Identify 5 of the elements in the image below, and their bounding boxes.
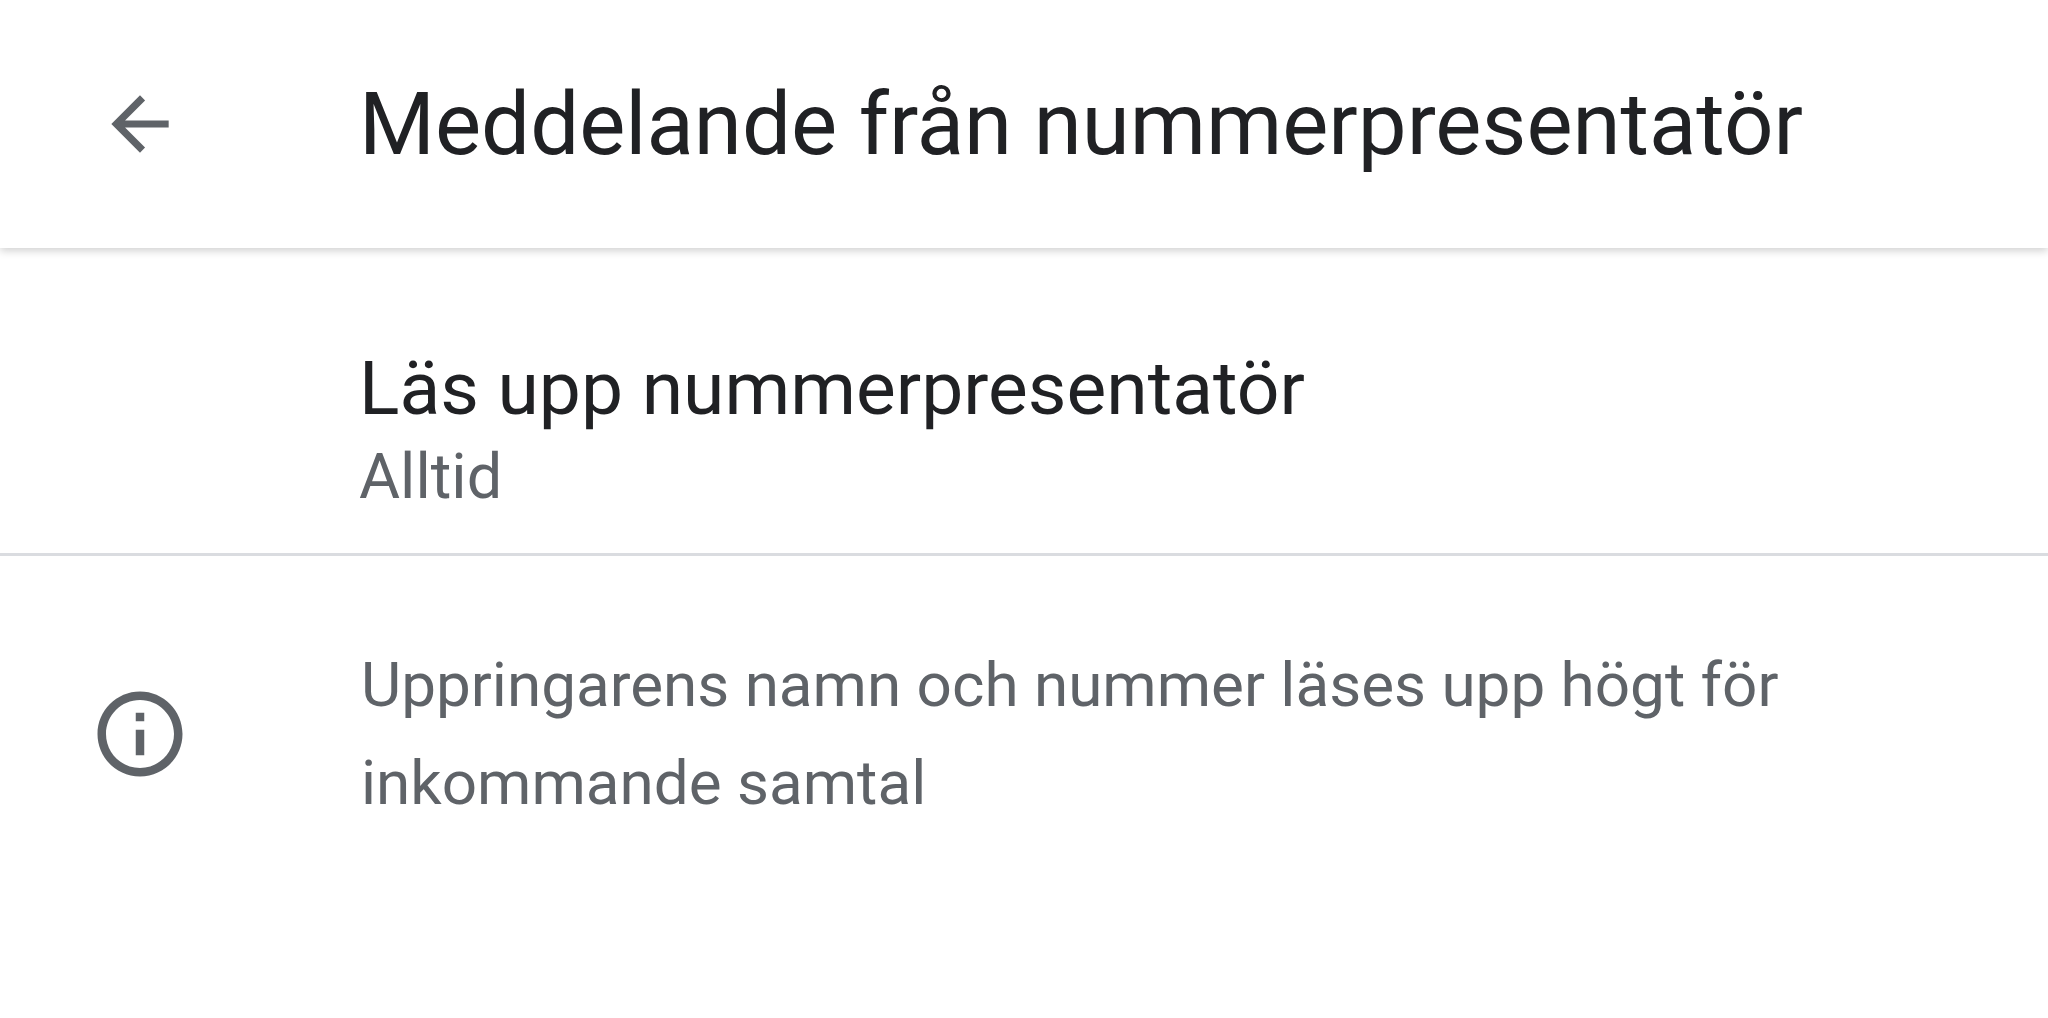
setting-row[interactable]: Läs upp nummerpresentatör Alltid [0, 248, 2048, 556]
info-text: Uppringarens namn och nummer läses upp högt för inkommande samtal [361, 647, 1780, 821]
setting-title: Läs upp nummerpresentatör [359, 343, 1306, 434]
screen-title: Meddelande från nummerpresentatör [359, 73, 1804, 175]
setting-summary: Alltid [359, 438, 504, 515]
